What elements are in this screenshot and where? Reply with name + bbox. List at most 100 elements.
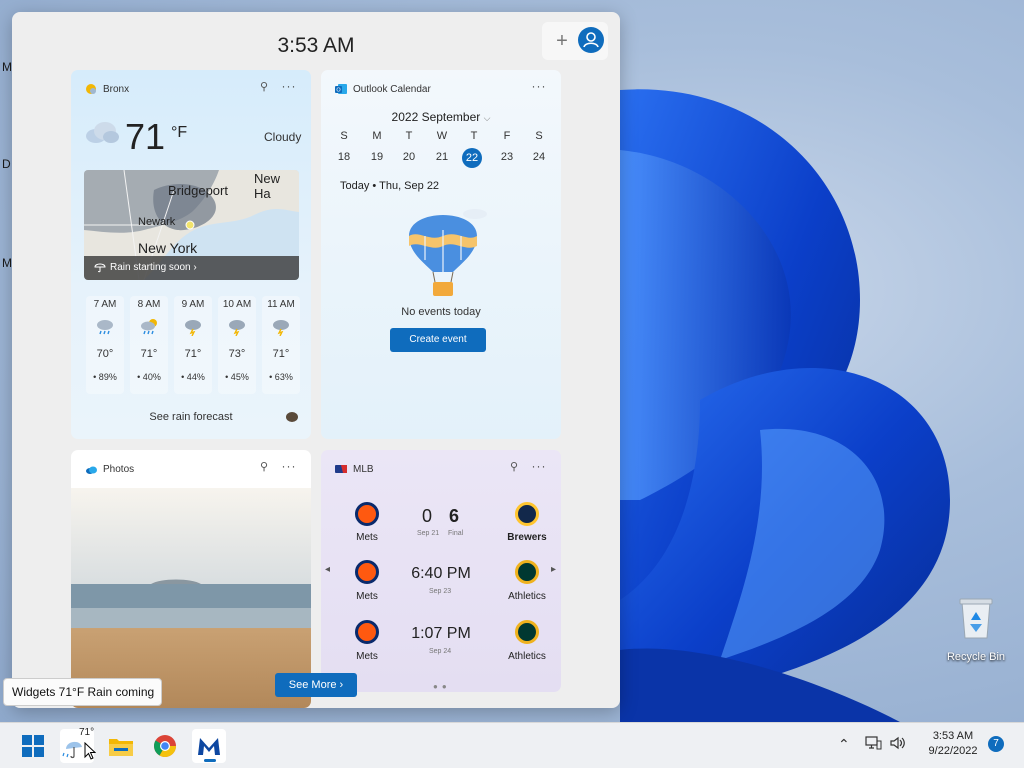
team-name: Athletics: [508, 591, 546, 602]
hot-air-balloon-illustration: [409, 209, 487, 296]
desktop-icon-label[interactable]: M: [2, 256, 12, 270]
game-date: Sep 21: [417, 530, 440, 537]
taskbar-time: 3:53 AM: [932, 730, 974, 742]
pin-icon[interactable]: ⚲: [257, 460, 271, 474]
hour-time: 9 AM: [181, 299, 205, 310]
team-name: Athletics: [508, 651, 546, 662]
game-row[interactable]: Mets 6:40 PM Sep 23 Athletics: [321, 560, 561, 616]
hourly-item[interactable]: 7 AM 70° • 89%: [86, 296, 124, 394]
more-options-icon[interactable]: ···: [531, 459, 547, 473]
desktop-icon-label[interactable]: D: [2, 157, 11, 171]
hour-time: 11 AM: [267, 299, 295, 310]
taskbar-date: 9/22/2022: [928, 745, 978, 757]
hourly-item[interactable]: 10 AM 73° • 45%: [218, 296, 256, 394]
calendar-month-selector[interactable]: 2022 September ⌵: [321, 110, 561, 124]
calendar-date[interactable]: 18: [333, 151, 355, 163]
desktop-icon-label[interactable]: M: [2, 60, 12, 74]
pin-icon[interactable]: ⚲: [507, 460, 521, 474]
calendar-widget[interactable]: O Outlook Calendar ··· 2022 September ⌵ …: [321, 70, 561, 439]
hourly-item[interactable]: 8 AM 71° • 40%: [130, 296, 168, 394]
calendar-date[interactable]: 21: [431, 151, 453, 163]
photos-title: Photos: [103, 464, 135, 475]
windows-logo-icon: [22, 735, 44, 757]
temperature-unit: °F: [171, 124, 188, 141]
hour-temp: 71°: [272, 348, 290, 360]
calendar-date[interactable]: 24: [528, 151, 550, 163]
chevron-down-icon: ⌵: [483, 113, 491, 123]
widgets-board: 3:53 AM + Bronx ⚲ ··· 71 °F Cloudy Bridg…: [12, 12, 620, 708]
recycle-bin-icon: [959, 598, 993, 639]
start-button[interactable]: [16, 729, 50, 763]
team-name: Mets: [356, 591, 378, 602]
onedrive-cloud-icon: [86, 466, 97, 474]
cloud-icon: [86, 122, 119, 143]
show-hidden-icons-chevron-up-icon[interactable]: ⌃: [838, 736, 850, 753]
see-rain-forecast-link[interactable]: See rain forecast: [71, 411, 311, 423]
calendar-date[interactable]: 23: [496, 151, 518, 163]
volume-icon[interactable]: [889, 736, 907, 750]
recycle-bin[interactable]: Recycle Bin: [944, 596, 1008, 663]
weather-header: Bronx ⚲ ···: [71, 70, 311, 108]
sun-cloud-icon: [86, 84, 96, 94]
calendar-date[interactable]: 20: [398, 151, 420, 163]
thunderstorm-icon: [273, 320, 289, 336]
hour-time: 10 AM: [222, 299, 252, 310]
notification-badge[interactable]: 7: [988, 736, 1004, 752]
malwarebytes-button[interactable]: [192, 729, 226, 763]
hourly-item[interactable]: 11 AM 71° • 63%: [262, 296, 300, 394]
weekday-label: F: [503, 130, 511, 142]
weekday-row: S M T W T F S: [331, 130, 555, 146]
hour-time: 7 AM: [93, 299, 117, 310]
today-heading: Today • Thu, Sep 22: [340, 180, 440, 192]
game-row[interactable]: Mets 0 6 Sep 21 Final Brewers: [321, 500, 561, 556]
game-status: Final: [448, 530, 464, 537]
hour-time: 8 AM: [137, 299, 161, 310]
umbrella-icon: [94, 263, 106, 273]
weekday-label: S: [535, 130, 543, 142]
calendar-header: O Outlook Calendar ···: [321, 70, 561, 108]
weekday-label: T: [470, 130, 478, 142]
hour-temp: 71°: [184, 348, 202, 360]
photos-widget[interactable]: Photos ⚲ ···: [71, 450, 311, 708]
malwarebytes-icon: [198, 738, 220, 755]
add-widget-button[interactable]: +: [552, 31, 572, 51]
carousel-dots[interactable]: ●●: [433, 682, 451, 691]
chrome-icon: [154, 735, 176, 757]
hour-temp: 73°: [228, 348, 246, 360]
weather-map[interactable]: Bridgeport New Ha Newark New York Rain s…: [84, 170, 299, 280]
athletics-logo-icon: [515, 560, 539, 584]
no-events-text: No events today: [401, 306, 481, 318]
weekday-label: S: [340, 130, 348, 142]
weather-widget[interactable]: Bronx ⚲ ··· 71 °F Cloudy Bridgeport New …: [71, 70, 311, 439]
taskbar-clock[interactable]: 3:53 AM 9/22/2022: [922, 729, 984, 759]
sun-rain-icon: [141, 319, 157, 335]
more-options-icon[interactable]: ···: [281, 79, 297, 93]
provider-icon: [286, 412, 298, 422]
svg-text:O: O: [336, 88, 341, 94]
more-options-icon[interactable]: ···: [281, 459, 297, 473]
weather-condition: Cloudy: [264, 130, 302, 144]
more-options-icon[interactable]: ···: [531, 79, 547, 93]
hourly-item[interactable]: 9 AM 71° • 44%: [174, 296, 212, 394]
weekday-label: W: [436, 130, 448, 142]
mets-logo-icon: [355, 502, 379, 526]
score-away: 6: [449, 506, 460, 526]
mlb-widget[interactable]: MLB ⚲ ··· ◂ ▸ Mets 0 6 Sep 21 Final Brew…: [321, 450, 561, 692]
calendar-month: 2022 September: [391, 110, 481, 124]
team-name: Brewers: [507, 532, 547, 543]
date-row: 18 19 20 21 22 23 24: [331, 148, 555, 168]
calendar-date[interactable]: 19: [366, 151, 388, 163]
calendar-date-today[interactable]: 22: [462, 148, 482, 168]
rain-banner[interactable]: Rain starting soon ›: [84, 256, 299, 280]
account-button[interactable]: [578, 27, 604, 53]
game-row[interactable]: Mets 1:07 PM Sep 24 Athletics: [321, 620, 561, 676]
file-explorer-button[interactable]: [104, 729, 138, 763]
widgets-tooltip: Widgets 71°F Rain coming: [3, 678, 162, 706]
chrome-button[interactable]: [148, 729, 182, 763]
hour-rain-chance: • 89%: [93, 372, 117, 382]
see-more-button[interactable]: See More ›: [275, 673, 357, 697]
pin-icon[interactable]: ⚲: [257, 80, 271, 94]
create-event-button[interactable]: Create event: [390, 328, 486, 352]
network-icon[interactable]: [864, 735, 882, 751]
mlb-header: MLB ⚲ ···: [321, 450, 561, 488]
